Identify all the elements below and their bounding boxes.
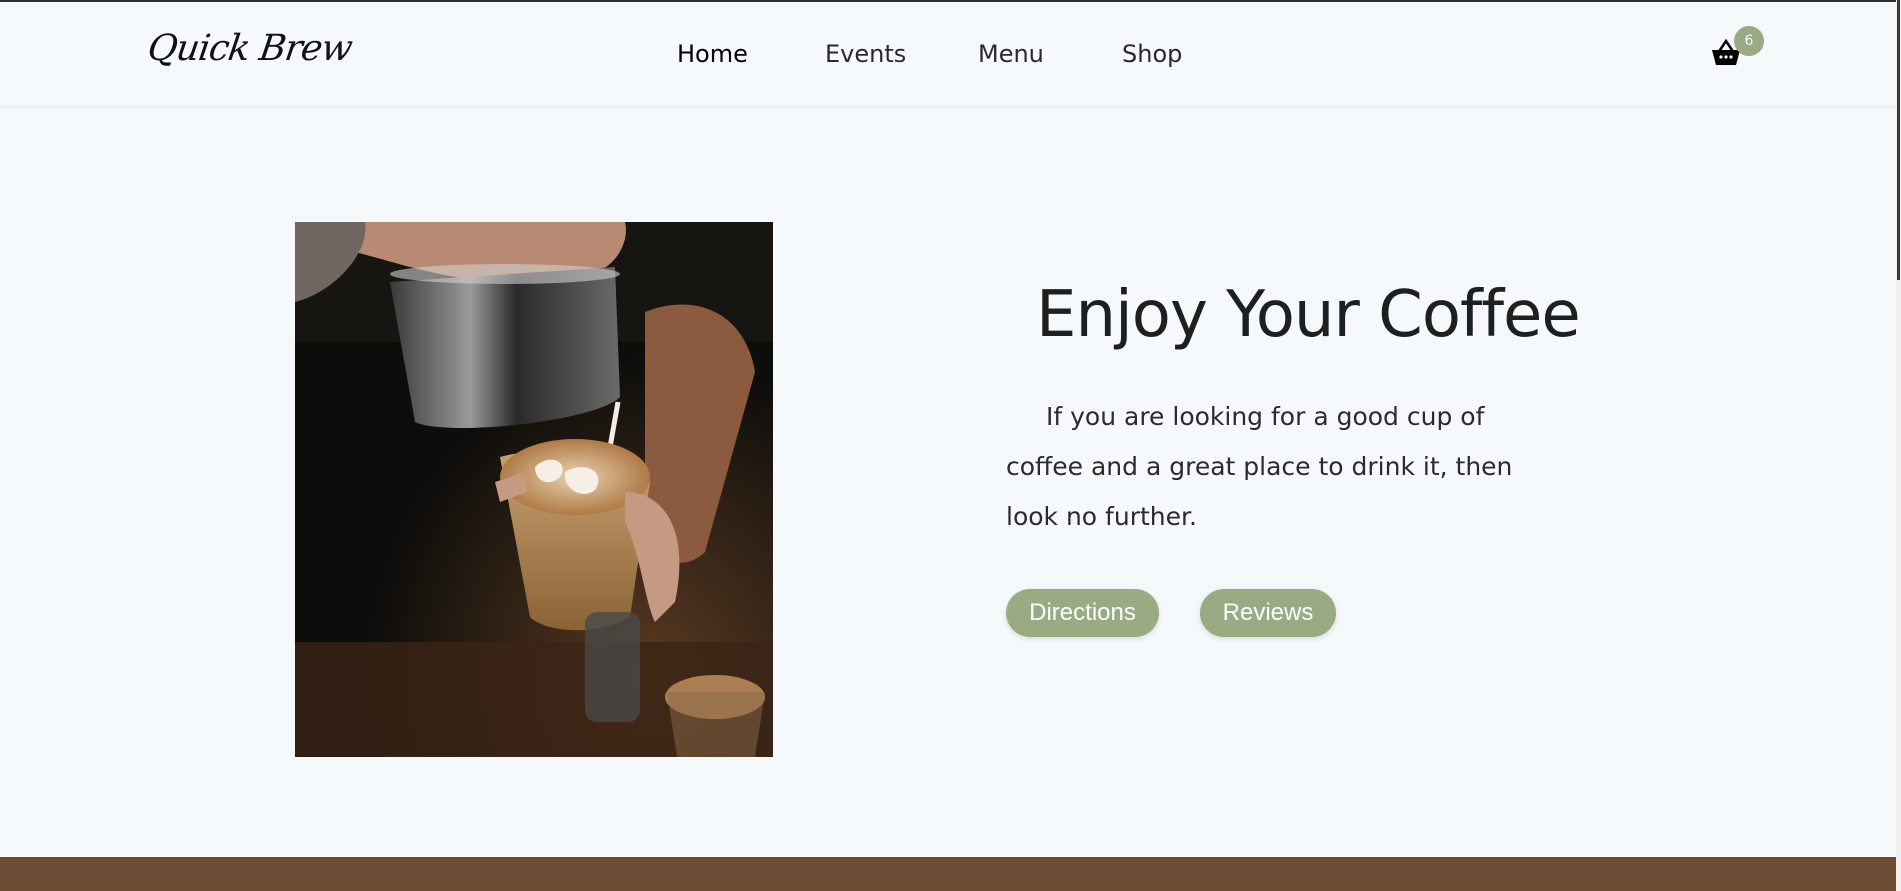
cart-button[interactable]: 6 (1710, 26, 1766, 72)
reviews-button[interactable]: Reviews (1200, 589, 1336, 637)
hero-title: Enjoy Your Coffee (1036, 278, 1581, 352)
cart-count-badge: 6 (1734, 26, 1764, 56)
nav-link-home[interactable]: Home (677, 40, 748, 68)
page-scrollbar[interactable] (1896, 0, 1901, 891)
footer-band (0, 857, 1896, 891)
nav-link-events[interactable]: Events (825, 40, 906, 68)
nav-link-shop[interactable]: Shop (1122, 40, 1182, 68)
hero-coffee-image (295, 222, 773, 757)
hero-description: If you are looking for a good cup of cof… (1006, 402, 1513, 531)
directions-button[interactable]: Directions (1006, 589, 1159, 637)
nav-link-menu[interactable]: Menu (978, 40, 1044, 68)
scrollbar-thumb[interactable] (1897, 0, 1900, 280)
top-navbar: Quick Brew Home Events Menu Shop 6 (0, 2, 1896, 107)
main-nav: Home Events Menu Shop (0, 40, 1896, 74)
